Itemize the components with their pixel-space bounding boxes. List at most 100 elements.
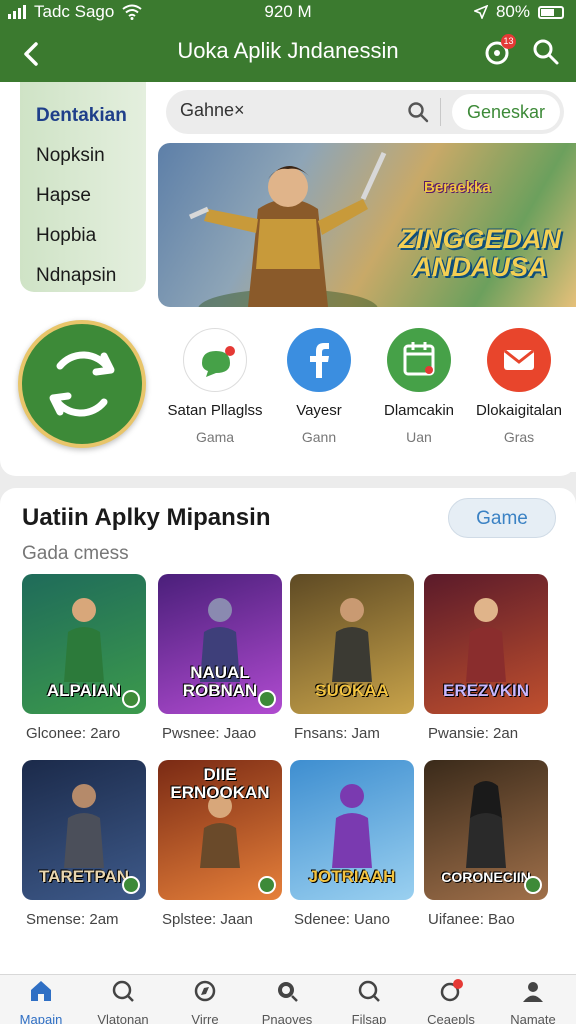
profile-icon	[523, 982, 543, 1002]
app-name: Satan Pllaglss	[167, 402, 263, 419]
app-category: Gras	[503, 429, 535, 445]
game-title: SUOKAA	[315, 681, 389, 700]
search-divider	[440, 98, 441, 126]
wifi-icon	[122, 4, 142, 20]
notification-button[interactable]: 13	[482, 34, 516, 68]
game-character-art	[64, 784, 104, 868]
app-dlamcakin[interactable]: Dlamcakin Uan	[364, 328, 474, 445]
nav-item-virre[interactable]: Virre	[164, 979, 246, 1024]
location-icon	[473, 5, 488, 19]
app-dlokaigitalan[interactable]: Dlokaigitalan Gras	[464, 328, 574, 445]
explore-icon	[112, 980, 134, 1002]
sidebar-item-ndnapsin[interactable]: Ndnapsin	[20, 256, 146, 296]
hero-warrior-illustration	[188, 151, 387, 307]
game-title: EREZVKIN	[443, 681, 529, 700]
notification-icon	[440, 979, 463, 1002]
search-icon[interactable]	[406, 100, 430, 124]
app-name: Dlokaigitalan	[476, 402, 562, 419]
section-title: Uatiin Aplky Mipansin	[22, 504, 271, 531]
installed-check-icon	[524, 876, 542, 894]
nav-item-mapain[interactable]: Mapain	[0, 979, 82, 1024]
sidebar-item-nopksin[interactable]: Nopksin	[20, 136, 146, 176]
search-alt-icon	[358, 980, 380, 1002]
bottom-navigation: Mapain Vlatonan Virre Pnaoves Filsap Cea…	[0, 974, 576, 1024]
nav-label: Pnaoves	[261, 1012, 313, 1024]
search-icon	[278, 982, 298, 1002]
app-category: Gama	[195, 429, 235, 445]
game-tile-diie-ernookan[interactable]: DIIE ERNOOKAN	[158, 760, 282, 900]
nav-label: Vlatonan	[97, 1012, 149, 1024]
quick-apps: Satan Pllaglss Gama Vayesr Gann Dlamcaki…	[158, 316, 576, 472]
calendar-icon	[387, 328, 451, 392]
chat-bubble-icon	[183, 328, 247, 392]
game-caption: Uifanee: Bao	[428, 911, 515, 928]
featured-banner[interactable]: Beraekka ZINGGEDAN ANDAUSA	[158, 143, 576, 307]
search-query: Gahne	[180, 100, 235, 120]
battery-percent: 80%	[495, 2, 530, 21]
game-character-art	[466, 598, 506, 682]
app-category: Uan	[406, 429, 432, 445]
clock-time: 920 M	[264, 2, 312, 21]
game-caption: Pwansie: 2an	[428, 725, 519, 742]
facebook-icon	[287, 328, 351, 392]
sync-button[interactable]	[18, 320, 146, 448]
search-submit-button[interactable]: Geneskar	[452, 94, 560, 130]
nav-label: Mapain	[19, 1012, 63, 1024]
game-filter-button[interactable]: Game	[448, 498, 556, 538]
clear-search-icon[interactable]: ×	[234, 100, 245, 120]
installed-check-icon	[258, 876, 276, 894]
section-subtitle: Gada cmess	[22, 543, 129, 564]
appbar-search-button[interactable]	[530, 36, 562, 68]
game-character-art	[64, 598, 104, 682]
game-tile-jotriaah[interactable]: JOTRIAAH	[290, 760, 414, 900]
app-vayesr[interactable]: Vayesr Gann	[264, 328, 374, 445]
banner-title: ZINGGEDAN ANDAUSA	[399, 224, 561, 282]
app-category: Gann	[301, 429, 337, 445]
banner-subtitle: Beraekka	[424, 179, 491, 196]
game-caption: Glconee: 2aro	[26, 725, 121, 742]
carrier-label: Tadc Sago	[34, 2, 115, 21]
game-tile-coronecin[interactable]: CORONECIIN	[424, 760, 548, 900]
compass-icon	[194, 980, 216, 1002]
game-tile-taretpan[interactable]: TARETPAN	[22, 760, 146, 900]
signal-icon	[8, 5, 26, 19]
nav-item-namate[interactable]: Namate	[492, 979, 574, 1024]
back-button[interactable]	[14, 36, 50, 72]
nav-label: Virre	[191, 1012, 219, 1024]
game-title: DIIE ERNOOKAN	[170, 765, 270, 802]
game-title: JOTRIAAH	[308, 867, 396, 886]
back-arrow-icon	[24, 42, 38, 66]
game-tile-erezvkin[interactable]: EREZVKIN	[424, 574, 548, 714]
nav-item-filsap[interactable]: Filsap	[328, 979, 410, 1024]
app-name: Dlamcakin	[383, 402, 455, 419]
game-caption: Pwsnee: Jaao	[162, 725, 257, 742]
nav-item-ceaepls[interactable]: Ceaepls	[410, 979, 492, 1024]
app-satan-pllaglss[interactable]: Satan Pllaglss Gama	[160, 328, 270, 445]
nav-item-pnaoves[interactable]: Pnaoves	[246, 979, 328, 1024]
sidebar: Dentakian Nopksin Hapse Hopbia Ndnapsin	[20, 82, 146, 292]
sidebar-item-dentakian[interactable]: Dentakian	[20, 96, 146, 136]
game-character-art	[466, 781, 506, 868]
game-tile-naual-robnan[interactable]: NAUAL ROBNAN	[158, 574, 282, 714]
installed-check-icon	[258, 690, 276, 708]
battery-icon	[538, 5, 564, 19]
sidebar-item-hapse[interactable]: Hapse	[20, 176, 146, 216]
search-input[interactable]: Gahne×	[180, 100, 245, 121]
app-bar: Uoka Aplik Jndanessin 13	[0, 24, 576, 82]
game-caption: Smense: 2am	[26, 911, 119, 928]
game-tile-alpaian[interactable]: ALPAIAN	[22, 574, 146, 714]
installed-check-icon	[122, 876, 140, 894]
app-name: Vayesr	[296, 402, 342, 419]
nav-item-vlatonan[interactable]: Vlatonan	[82, 979, 164, 1024]
sidebar-item-hopbia[interactable]: Hopbia	[20, 216, 146, 256]
nav-label: Namate	[510, 1012, 556, 1024]
game-character-art	[332, 784, 372, 868]
game-caption: Sdenee: Uano	[294, 911, 390, 928]
mail-icon	[487, 328, 551, 392]
game-tile-suokaa[interactable]: SUOKAA	[290, 574, 414, 714]
game-caption: Fnsans: Jam	[294, 725, 380, 742]
installed-check-icon	[122, 690, 140, 708]
notification-badge: 13	[501, 34, 516, 49]
nav-label: Ceaepls	[427, 1012, 475, 1024]
home-icon	[31, 981, 51, 1001]
